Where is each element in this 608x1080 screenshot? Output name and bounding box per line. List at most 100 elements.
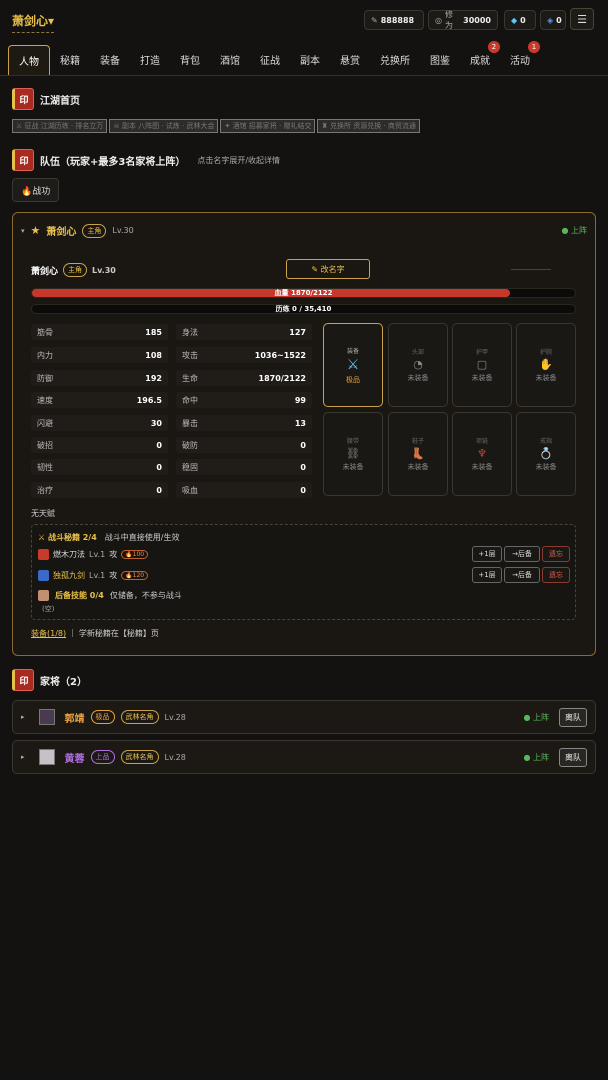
cultivation-pill: ◎ 修为 30000 — [428, 10, 498, 30]
divider — [511, 269, 551, 270]
equip-slot-weapon[interactable]: 装备 ⚔ 极品 — [323, 323, 383, 407]
retainers-section-title: 印 家将（2） — [12, 669, 87, 691]
battle-merit-button[interactable]: 🔥战功 — [12, 178, 60, 202]
skill-row: 独孤九剑 Lv.1 攻 🔥120 — [38, 570, 149, 581]
deploy-status[interactable]: ● 上阵 — [523, 712, 549, 723]
skill-name[interactable]: 燃木刀法 — [53, 549, 85, 560]
sword-icon: ⚔ — [346, 356, 360, 373]
gem-icon: ◈ — [547, 15, 554, 25]
deploy-status[interactable]: ● 上阵 — [561, 225, 587, 236]
tab-campaign[interactable]: 征战 — [250, 45, 290, 75]
link-dungeon[interactable]: ☠ 副本 八阵图 · 试炼 · 武林大会 — [109, 119, 219, 133]
caret-right-icon: ▸ — [21, 753, 25, 761]
forget-button[interactable]: 遗忘 — [542, 567, 570, 583]
stat-row: 暴击 13 — [176, 415, 312, 431]
team-hint: 点击名字展开/收起详情 — [197, 155, 281, 165]
tab-codex[interactable]: 图鉴 — [420, 45, 460, 75]
seal-icon: 印 — [12, 149, 34, 171]
menu-button[interactable]: ☰ — [570, 8, 594, 30]
stat-row: 破防 0 — [176, 437, 312, 453]
leave-team-button[interactable]: 离队 — [559, 707, 587, 727]
role-tag: 主角 — [82, 223, 107, 238]
cultivation-icon: ◎ — [435, 15, 442, 25]
hero-detail-title: 萧剑心 主角 Lv.30 — [31, 263, 116, 277]
forget-button[interactable]: 遗忘 — [542, 546, 570, 562]
star-icon: ★ — [30, 224, 41, 237]
link-tavern[interactable]: ✦ 酒馆 招募家将 · 赠礼结交 — [220, 119, 316, 133]
equip-slot-boots[interactable]: 鞋子 👢 未装备 — [388, 412, 448, 496]
tab-tavern[interactable]: 酒馆 — [210, 45, 250, 75]
scroll-icon — [38, 590, 49, 601]
link-campaign[interactable]: ⚔ 征战 江湖历练 · 排名立万 — [12, 119, 108, 133]
tab-bounty[interactable]: 悬赏 — [330, 45, 370, 75]
tab-achievements[interactable]: 成就 2 — [460, 40, 500, 75]
reserve-empty: (空) — [42, 605, 55, 613]
title-tag: 武林名角 — [120, 750, 159, 764]
blade-skill-icon — [38, 549, 49, 560]
equip-slot-necklace[interactable]: 项链 ♆ 未装备 — [452, 412, 512, 496]
caret-right-icon: ▸ — [21, 713, 25, 721]
armor-icon: ▢ — [476, 358, 488, 371]
tab-bag[interactable]: 背包 — [170, 45, 210, 75]
leave-team-button[interactable]: 离队 — [559, 747, 587, 767]
level-up-button[interactable]: +1层 — [472, 567, 502, 583]
retainer-row[interactable]: ▸ 黄蓉 上品 武林名角 Lv.28 ● 上阵 离队 — [12, 740, 596, 774]
hero-name[interactable]: 萧剑心 — [46, 223, 76, 238]
equip-slot-bracer[interactable]: 护腕 ✋ 未装备 — [516, 323, 576, 407]
tab-character[interactable]: 人物 — [8, 44, 50, 75]
tab-forge[interactable]: 打造 — [130, 45, 170, 75]
caret-down-icon: ▾ — [21, 226, 25, 235]
tab-dungeon[interactable]: 副本 — [290, 45, 330, 75]
equipment-count-link[interactable]: 装备(1/8) — [31, 628, 66, 639]
stat-row: 内力 108 — [31, 347, 168, 363]
energy-cost: 🔥100 — [121, 550, 149, 559]
equip-slot-belt[interactable]: 腰带 ⛓ 未装备 — [323, 412, 383, 496]
tab-manuals[interactable]: 秘籍 — [50, 45, 90, 75]
grade-tag: 极品 — [90, 710, 115, 724]
money-pill: ✎ 888888 — [364, 10, 424, 30]
stat-row: 闪避 30 — [31, 415, 168, 431]
role-tag: 主角 — [63, 263, 88, 277]
equip-slot-ring[interactable]: 戒指 💍 未装备 — [516, 412, 576, 496]
boot-icon: 👢 — [411, 447, 425, 460]
avatar — [38, 709, 55, 725]
stat-row: 攻击 1036~1522 — [176, 347, 312, 363]
stat-row: 治疗 0 — [31, 482, 168, 498]
retainer-name[interactable]: 黄蓉 — [65, 750, 85, 765]
stat-row: 身法 127 — [176, 324, 312, 340]
hero-card-header[interactable]: ▾ ★ 萧剑心 主角 Lv.30 — [21, 223, 134, 238]
tab-exchange[interactable]: 兑换所 — [370, 45, 420, 75]
hp-bar: 血量 1870/2122 — [31, 288, 576, 298]
tab-equipment[interactable]: 装备 — [90, 45, 130, 75]
skill-name[interactable]: 独孤九剑 — [53, 570, 85, 581]
deploy-status[interactable]: ● 上阵 — [523, 752, 549, 763]
exp-bar: 历练 0 / 35,410 — [31, 304, 576, 314]
hero-level: Lv.30 — [112, 226, 134, 235]
retainer-row[interactable]: ▸ 郭靖 极品 武林名角 Lv.28 ● 上阵 离队 — [12, 700, 596, 734]
notification-badge: 2 — [488, 40, 500, 53]
retainer-name[interactable]: 郭靖 — [65, 710, 85, 725]
home-links: ⚔ 征战 江湖历练 · 排名立万 ☠ 副本 八阵图 · 试炼 · 武林大会 ✦ … — [12, 119, 420, 133]
to-reserve-button[interactable]: →后备 — [504, 546, 540, 562]
diamond-icon: ◆ — [511, 15, 518, 25]
to-reserve-button[interactable]: →后备 — [504, 567, 540, 583]
helmet-icon: ◔ — [413, 358, 423, 371]
stat-row: 吸血 0 — [176, 482, 312, 498]
stat-row: 破招 0 — [31, 437, 168, 453]
notification-badge: 1 — [528, 40, 540, 53]
character-selector[interactable]: 萧剑心▾ — [12, 12, 55, 33]
equip-slot-armor[interactable]: 护甲 ▢ 未装备 — [452, 323, 512, 407]
level-up-button[interactable]: +1层 — [472, 546, 502, 562]
tab-events[interactable]: 活动 1 — [500, 40, 540, 75]
main-tabs: 人物 秘籍 装备 打造 背包 酒馆 征战 副本 悬赏 兑换所 图鉴 成就 2 活动… — [0, 40, 608, 76]
home-section-title: 印 江湖首页 — [12, 88, 80, 110]
stat-row: 生命 1870/2122 — [176, 370, 312, 386]
necklace-icon: ♆ — [477, 447, 487, 460]
link-exchange[interactable]: ♜ 兑换所 资源兑换 · 商贸流通 — [317, 119, 420, 133]
rename-button[interactable]: ✎ 改名字 — [286, 259, 370, 279]
diamond-pill: ◆ 0 — [504, 10, 536, 30]
equip-slot-head[interactable]: 头部 ◔ 未装备 — [388, 323, 448, 407]
team-section-title: 印 队伍（玩家+最多3名家将上阵） 点击名字展开/收起详情 — [12, 149, 280, 171]
stat-row: 稳固 0 — [176, 459, 312, 475]
stat-row: 速度 196.5 — [31, 392, 168, 408]
